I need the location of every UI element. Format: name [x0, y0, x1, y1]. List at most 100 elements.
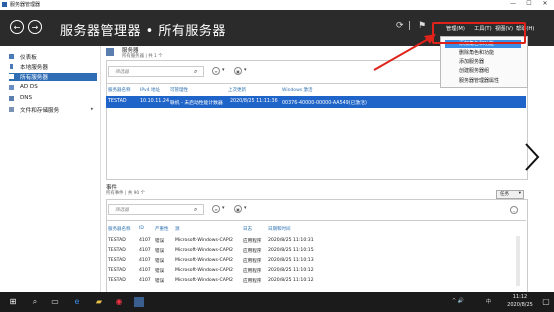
- servers-filter-input[interactable]: 筛选器 ⌕: [108, 66, 204, 77]
- cell-activation: 00376-40000-00000-AA549(已激活): [282, 101, 367, 106]
- cell-updated: 2020/8/25 11:11:36: [230, 99, 278, 104]
- dns-icon: [9, 96, 14, 101]
- filter-placeholder: 筛选器: [115, 70, 129, 75]
- save-query-icon[interactable]: ▣: [234, 205, 242, 213]
- event-cell: 错误: [155, 249, 165, 254]
- col-server-name[interactable]: 服务器名称: [108, 87, 131, 93]
- col-last-update[interactable]: 上次更新: [228, 87, 246, 93]
- breadcrumb: 服务器管理器 • 所有服务器: [60, 24, 226, 39]
- event-cell: 错误: [155, 279, 165, 284]
- event-cell: 应用程序: [243, 249, 262, 254]
- sidebar-item-label: 文件和存储服务: [20, 108, 60, 114]
- servers-section-icon: [106, 48, 114, 56]
- windows-start-icon[interactable]: ⊞: [8, 297, 18, 307]
- col-severity[interactable]: 严重性: [155, 226, 169, 232]
- sidebar-item-label: 所有服务器: [20, 75, 48, 81]
- event-cell: 2020/8/25 11:10:12: [268, 278, 314, 283]
- clock-time[interactable]: 11:12: [502, 294, 538, 300]
- chrome-icon[interactable]: ◉: [114, 297, 124, 307]
- dashboard-icon: [9, 54, 14, 59]
- edge-icon[interactable]: e: [72, 297, 82, 307]
- expand-icon[interactable]: ⌄: [510, 206, 518, 214]
- save-query-icon[interactable]: ▣: [234, 67, 242, 75]
- event-cell: 应用程序: [243, 279, 262, 284]
- sidebar-item-label: 仪表板: [20, 55, 37, 61]
- event-cell: Microsoft-Windows-CAPI2: [175, 248, 233, 253]
- col-id[interactable]: ID: [139, 226, 144, 231]
- events-scrollbar[interactable]: [516, 236, 520, 286]
- event-cell: Microsoft-Windows-CAPI2: [175, 258, 233, 263]
- chevron-right-icon[interactable]: ▸: [91, 106, 94, 112]
- chevron-down-icon[interactable]: ▾: [244, 205, 247, 211]
- forward-button[interactable]: →: [28, 20, 42, 34]
- app-icon: [2, 2, 7, 7]
- sidebar-item-label: AD DS: [20, 84, 38, 90]
- event-cell: 错误: [155, 269, 165, 274]
- filter-options-icon[interactable]: ≡: [212, 67, 220, 75]
- table-row[interactable]: TESTAD 10.10.11.24 联机 - 未启动性能计数器 2020/8/…: [106, 96, 526, 108]
- sidebar-item-ad-ds[interactable]: AD DS: [9, 84, 97, 92]
- annotation-arrow: [373, 34, 436, 71]
- server-manager-icon[interactable]: [134, 297, 144, 307]
- col-manageability[interactable]: 可管理性: [170, 87, 188, 93]
- event-cell: 2020/8/25 11:10:13: [268, 258, 314, 263]
- filter-options-icon[interactable]: ≡: [212, 205, 220, 213]
- sidebar-item-local-server[interactable]: 本地服务器: [9, 63, 97, 71]
- search-icon[interactable]: ⌕: [30, 297, 40, 307]
- sidebar-item-label: DNS: [20, 95, 33, 101]
- window-title: 服务器管理器: [10, 2, 41, 8]
- search-icon[interactable]: ⌕: [194, 206, 197, 214]
- event-cell: 错误: [155, 239, 165, 244]
- sidebar: 仪表板 本地服务器 所有服务器 AD DS DNS 文件和存储服务 ▸: [0, 46, 101, 292]
- sidebar-item-all-servers[interactable]: 所有服务器: [9, 73, 97, 81]
- back-button[interactable]: ←: [10, 20, 24, 34]
- server-icon: [10, 64, 13, 69]
- col-log[interactable]: 日志: [243, 226, 252, 232]
- cell-status: 联机 - 未启动性能计数器: [170, 101, 223, 106]
- cell-name: TESTAD: [108, 99, 127, 104]
- chevron-down-icon[interactable]: ▾: [244, 67, 247, 73]
- tray-icons[interactable]: ^ 🔊: [452, 298, 464, 304]
- sidebar-item-dns[interactable]: DNS: [9, 95, 97, 103]
- storage-icon: [9, 107, 14, 112]
- menu-item-properties[interactable]: 服务器管理器属性: [459, 77, 499, 84]
- sidebar-item-file-storage[interactable]: 文件和存储服务 ▸: [9, 106, 97, 114]
- sidebar-item-dashboard[interactable]: 仪表板: [9, 53, 97, 61]
- col-server-name[interactable]: 服务器名称: [108, 226, 131, 232]
- chevron-down-icon[interactable]: ▾: [222, 67, 225, 73]
- maximize-button[interactable]: ☐: [522, 0, 536, 7]
- cell-ip: 10.10.11.24: [140, 99, 169, 104]
- event-cell: 2020/8/25 11:10:12: [268, 268, 314, 273]
- clock-date[interactable]: 2020/8/25: [502, 302, 538, 308]
- event-cell: Microsoft-Windows-CAPI2: [175, 238, 233, 243]
- menu-item-create-group[interactable]: 创建服务器组: [459, 67, 489, 74]
- col-date-time[interactable]: 日期和时间: [268, 226, 291, 232]
- chevron-down-icon[interactable]: ▾: [222, 205, 225, 211]
- servers-icon: [9, 74, 14, 79]
- input-language[interactable]: 中: [486, 298, 491, 305]
- search-icon[interactable]: ⌕: [194, 68, 197, 76]
- chevron-down-icon: ▾: [518, 191, 521, 196]
- menu-item-add-server[interactable]: 添加服务器: [459, 58, 484, 65]
- event-cell: TESTAD: [108, 278, 126, 283]
- task-view-icon[interactable]: ▭: [50, 297, 60, 307]
- event-cell: TESTAD: [108, 248, 126, 253]
- menu-item-remove-roles[interactable]: 删除角色和功能: [459, 49, 494, 56]
- events-filter-input[interactable]: 筛选器 ⌕: [108, 204, 204, 215]
- event-cell: 4107: [139, 278, 151, 283]
- minimize-button[interactable]: —: [506, 0, 520, 7]
- col-source[interactable]: 源: [175, 226, 180, 232]
- file-explorer-icon[interactable]: ▰: [94, 297, 104, 307]
- col-windows-activation[interactable]: Windows 激活: [282, 87, 313, 93]
- notifications-icon[interactable]: ▢: [542, 297, 550, 307]
- event-cell: TESTAD: [108, 258, 126, 263]
- events-subtitle: 所有事件 | 共 90 个: [106, 191, 145, 196]
- event-cell: 4107: [139, 248, 151, 253]
- col-ipv4[interactable]: IPv4 地址: [140, 87, 160, 93]
- close-button[interactable]: ✕: [538, 0, 552, 7]
- chevron-right-icon[interactable]: [522, 142, 542, 172]
- tasks-dropdown[interactable]: 任务 ▾: [496, 190, 524, 199]
- tasks-label: 任务: [500, 192, 509, 197]
- event-cell: TESTAD: [108, 268, 126, 273]
- event-cell: 应用程序: [243, 239, 262, 244]
